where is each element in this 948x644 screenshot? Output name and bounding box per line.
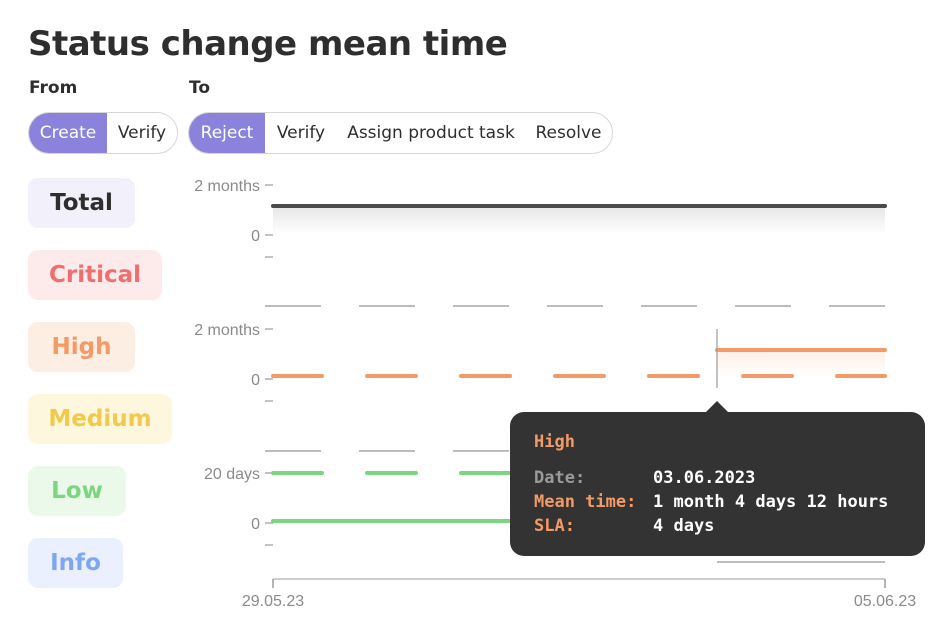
total-area-fill <box>273 206 885 234</box>
panel1-ytick-top: 2 months <box>194 178 260 195</box>
tooltip-row-date: Date: 03.06.2023 <box>534 468 755 488</box>
high-area-fill <box>717 350 885 378</box>
tooltip-key: Mean time: <box>534 492 637 512</box>
tooltip-title: High <box>534 432 575 452</box>
tooltip-key: SLA: <box>534 516 575 536</box>
x-tick-start: 29.05.23 <box>242 593 304 610</box>
tooltip-key: Date: <box>534 468 586 488</box>
tooltip-row-sla: SLA: 4 days <box>534 516 714 536</box>
tooltip-value: 1 month 4 days 12 hours <box>653 492 889 512</box>
panel2-ytick-top: 2 months <box>194 322 260 339</box>
panel3-ytick-top: 20 days <box>204 466 260 483</box>
panel2-ytick-zero: 0 <box>251 372 260 389</box>
x-tick-end: 05.06.23 <box>854 593 916 610</box>
panel1-ytick-zero: 0 <box>251 228 260 245</box>
panel3-ytick-zero: 0 <box>251 516 260 533</box>
tooltip-row-mean-time: Mean time: 1 month 4 days 12 hours <box>534 492 888 512</box>
tooltip-value: 4 days <box>653 516 715 536</box>
tooltip-value: 03.06.2023 <box>653 468 756 488</box>
tooltip-arrow <box>706 401 728 412</box>
chart-tooltip: High Date: 03.06.2023 Mean time: 1 month 4… <box>510 401 925 556</box>
